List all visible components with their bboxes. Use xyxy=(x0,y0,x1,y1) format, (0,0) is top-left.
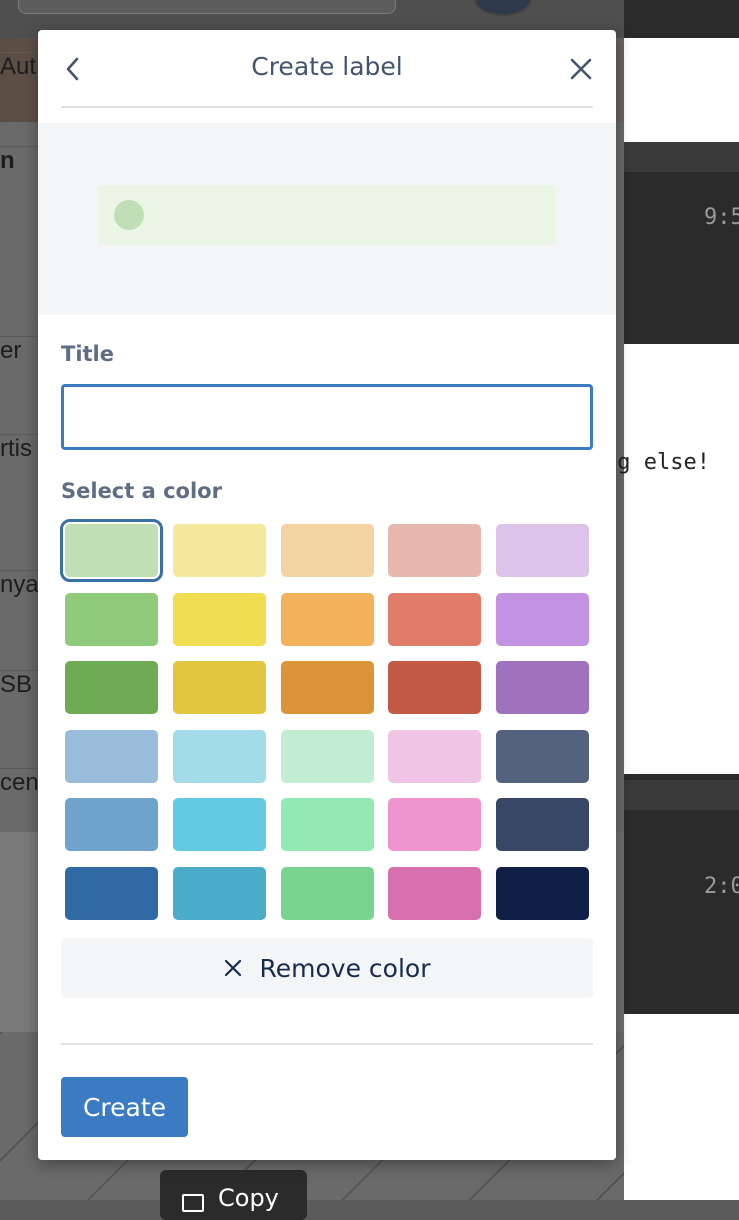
close-icon xyxy=(570,58,592,80)
footer-divider xyxy=(61,1043,593,1045)
color-dot xyxy=(114,200,144,230)
color-swatch[interactable] xyxy=(388,592,482,646)
color-swatch[interactable] xyxy=(388,798,482,851)
header-divider xyxy=(61,106,593,108)
color-swatch[interactable] xyxy=(280,729,374,783)
color-swatch[interactable] xyxy=(496,661,589,714)
title-input[interactable] xyxy=(61,384,593,450)
color-swatch[interactable] xyxy=(65,661,158,714)
background-card xyxy=(624,1014,739,1200)
copy-icon xyxy=(182,1194,204,1212)
color-swatch[interactable] xyxy=(172,798,266,851)
color-swatch[interactable] xyxy=(388,729,482,783)
background-card xyxy=(624,344,739,774)
background-card xyxy=(624,38,739,142)
close-button[interactable] xyxy=(564,52,598,86)
background-row: n xyxy=(0,146,38,197)
background-row: cen xyxy=(0,768,38,829)
color-swatch[interactable] xyxy=(388,661,482,714)
color-swatch[interactable] xyxy=(280,866,374,920)
copy-button[interactable]: Copy xyxy=(160,1170,307,1220)
copy-label: Copy xyxy=(218,1184,279,1212)
background-row: Aut xyxy=(0,52,38,80)
color-swatch[interactable] xyxy=(280,798,374,851)
color-swatch[interactable] xyxy=(65,866,158,920)
dialog-title: Create label xyxy=(251,52,403,81)
background-row: SB xyxy=(0,670,38,731)
color-swatch[interactable] xyxy=(172,661,266,714)
color-swatch[interactable] xyxy=(496,798,589,851)
avatar xyxy=(474,0,532,16)
message-time: 9:5 xyxy=(704,205,739,230)
color-section-label: Select a color xyxy=(61,479,222,503)
color-swatch[interactable] xyxy=(388,524,482,577)
color-swatch[interactable] xyxy=(496,524,589,577)
color-swatch[interactable] xyxy=(65,592,158,646)
color-swatch[interactable] xyxy=(280,661,374,714)
dialog-header: Create label xyxy=(38,30,616,108)
color-swatch[interactable] xyxy=(60,519,163,582)
label-preview-pill xyxy=(98,185,555,245)
background-card xyxy=(624,780,739,810)
create-button[interactable]: Create xyxy=(61,1077,188,1137)
background-card xyxy=(624,142,739,172)
color-swatch[interactable] xyxy=(280,524,374,577)
title-field-label: Title xyxy=(61,342,115,366)
create-label-dialog: Create label Title Select a color Remove… xyxy=(38,30,616,1160)
color-swatch[interactable] xyxy=(172,866,266,920)
message-time: 2:0 xyxy=(704,874,739,899)
color-swatch[interactable] xyxy=(496,866,589,920)
remove-color-button[interactable]: Remove color xyxy=(61,938,593,998)
background-panel xyxy=(0,832,40,1032)
background-search xyxy=(18,0,396,14)
close-icon xyxy=(224,959,242,977)
color-swatch[interactable] xyxy=(172,592,266,646)
message-text: ng else! xyxy=(604,450,710,475)
background-row: rtis xyxy=(0,434,38,525)
color-swatch[interactable] xyxy=(496,592,589,646)
color-swatch[interactable] xyxy=(280,592,374,646)
color-swatch[interactable] xyxy=(172,729,266,783)
color-swatch[interactable] xyxy=(496,729,589,783)
remove-color-label: Remove color xyxy=(259,953,431,983)
create-label: Create xyxy=(82,1092,167,1122)
label-preview xyxy=(38,123,616,315)
color-swatch[interactable] xyxy=(388,866,482,920)
background-row: er xyxy=(0,336,38,397)
background-chat: 9:5 2:0 ng else! xyxy=(604,0,739,1200)
color-swatch[interactable] xyxy=(65,798,158,851)
color-swatch[interactable] xyxy=(172,524,266,577)
color-swatch[interactable] xyxy=(65,729,158,783)
background-row: nyar xyxy=(0,570,38,631)
